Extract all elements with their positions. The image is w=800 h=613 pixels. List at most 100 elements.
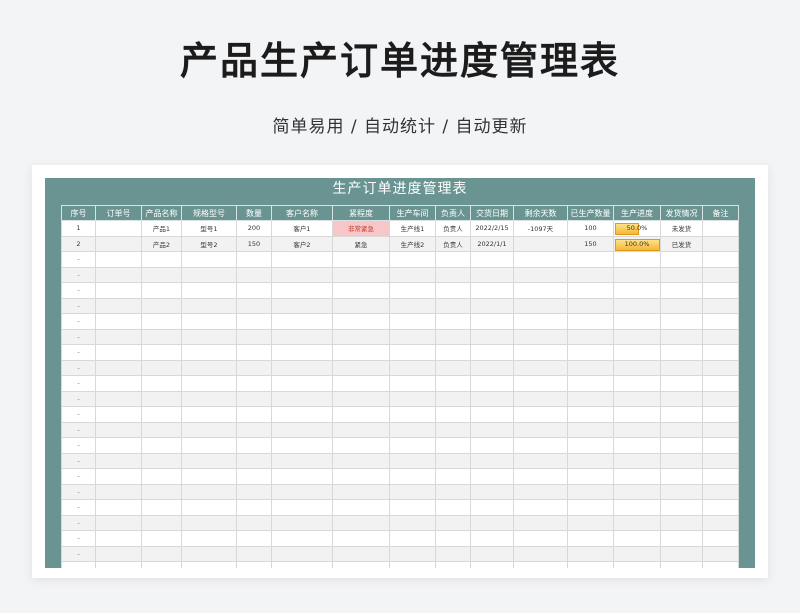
empty-cell[interactable] xyxy=(435,514,471,531)
empty-cell[interactable] xyxy=(236,297,272,314)
empty-cell[interactable] xyxy=(513,561,568,568)
empty-cell[interactable] xyxy=(513,437,568,454)
empty-cell[interactable] xyxy=(389,452,436,469)
empty-cell[interactable] xyxy=(332,545,390,562)
empty-cell[interactable] xyxy=(567,266,614,283)
empty-cell[interactable] xyxy=(567,483,614,500)
empty-cell[interactable] xyxy=(389,421,436,438)
empty-cell[interactable] xyxy=(181,421,237,438)
empty-cell[interactable] xyxy=(470,514,514,531)
cell-spec[interactable]: 型号1 xyxy=(181,220,237,237)
cell-owner[interactable]: 负责人 xyxy=(435,220,471,237)
empty-cell[interactable] xyxy=(660,359,703,376)
empty-cell[interactable] xyxy=(141,437,182,454)
empty-cell[interactable] xyxy=(389,359,436,376)
empty-cell[interactable] xyxy=(141,406,182,423)
empty-cell[interactable] xyxy=(660,251,703,268)
empty-cell[interactable] xyxy=(181,545,237,562)
empty-cell[interactable] xyxy=(181,344,237,361)
cell-qty[interactable]: 150 xyxy=(236,235,272,252)
empty-cell[interactable] xyxy=(470,282,514,299)
empty-cell[interactable] xyxy=(435,421,471,438)
empty-cell[interactable] xyxy=(435,313,471,330)
empty-cell[interactable] xyxy=(271,375,333,392)
empty-cell[interactable] xyxy=(613,468,661,485)
empty-cell[interactable] xyxy=(702,421,739,438)
empty-cell[interactable] xyxy=(702,545,739,562)
cell-progress[interactable]: 100.0% xyxy=(613,235,661,252)
empty-cell[interactable] xyxy=(470,421,514,438)
cell-workshop[interactable]: 生产线1 xyxy=(389,220,436,237)
column-header[interactable]: 交货日期 xyxy=(470,205,514,221)
empty-cell[interactable] xyxy=(271,468,333,485)
cell-urgency[interactable]: 非常紧急 xyxy=(332,220,390,237)
empty-cell[interactable] xyxy=(332,344,390,361)
empty-cell[interactable] xyxy=(332,452,390,469)
empty-cell[interactable] xyxy=(271,266,333,283)
empty-cell[interactable] xyxy=(389,251,436,268)
empty-cell[interactable] xyxy=(95,313,142,330)
empty-cell[interactable] xyxy=(435,545,471,562)
empty-cell[interactable] xyxy=(613,251,661,268)
empty-cell[interactable] xyxy=(660,468,703,485)
empty-cell[interactable] xyxy=(271,251,333,268)
empty-cell[interactable] xyxy=(389,297,436,314)
empty-cell[interactable] xyxy=(435,344,471,361)
empty-cell[interactable] xyxy=(613,561,661,568)
empty-cell[interactable] xyxy=(470,406,514,423)
empty-cell[interactable] xyxy=(470,328,514,345)
empty-cell[interactable] xyxy=(332,297,390,314)
empty-cell[interactable] xyxy=(95,390,142,407)
cell-urgency[interactable]: 紧急 xyxy=(332,235,390,252)
empty-cell[interactable] xyxy=(389,437,436,454)
empty-cell[interactable] xyxy=(332,561,390,568)
empty-cell[interactable] xyxy=(271,530,333,547)
empty-cell[interactable] xyxy=(141,561,182,568)
empty-cell[interactable] xyxy=(271,359,333,376)
column-header[interactable]: 客户名称 xyxy=(271,205,333,221)
empty-cell[interactable] xyxy=(181,499,237,516)
empty-cell[interactable] xyxy=(660,344,703,361)
empty-cell[interactable] xyxy=(141,251,182,268)
empty-cell[interactable] xyxy=(236,251,272,268)
column-header[interactable]: 生产进度 xyxy=(613,205,661,221)
empty-cell[interactable] xyxy=(181,359,237,376)
empty-cell[interactable] xyxy=(702,297,739,314)
cell-workshop[interactable]: 生产线2 xyxy=(389,235,436,252)
empty-cell[interactable] xyxy=(513,251,568,268)
cell-remain[interactable]: -1097天 xyxy=(513,220,568,237)
cell-produced[interactable]: 150 xyxy=(567,235,614,252)
column-header[interactable]: 备注 xyxy=(702,205,739,221)
empty-cell[interactable] xyxy=(470,375,514,392)
empty-cell[interactable] xyxy=(470,561,514,568)
empty-cell[interactable] xyxy=(389,530,436,547)
empty-cell[interactable] xyxy=(470,344,514,361)
empty-cell[interactable] xyxy=(141,297,182,314)
empty-cell[interactable] xyxy=(236,344,272,361)
empty-cell[interactable]: - xyxy=(61,375,96,392)
empty-cell[interactable] xyxy=(181,251,237,268)
empty-cell[interactable] xyxy=(141,545,182,562)
empty-cell[interactable] xyxy=(567,545,614,562)
column-header[interactable]: 紧程度 xyxy=(332,205,390,221)
empty-cell[interactable] xyxy=(470,530,514,547)
empty-cell[interactable] xyxy=(660,421,703,438)
empty-cell[interactable] xyxy=(567,251,614,268)
empty-cell[interactable] xyxy=(141,530,182,547)
empty-cell[interactable] xyxy=(435,561,471,568)
empty-cell[interactable] xyxy=(513,530,568,547)
empty-cell[interactable] xyxy=(435,297,471,314)
column-header[interactable]: 生产车间 xyxy=(389,205,436,221)
empty-cell[interactable]: - xyxy=(61,282,96,299)
empty-cell[interactable] xyxy=(435,251,471,268)
empty-cell[interactable] xyxy=(271,514,333,531)
empty-cell[interactable] xyxy=(236,468,272,485)
empty-cell[interactable] xyxy=(332,266,390,283)
empty-cell[interactable] xyxy=(389,266,436,283)
empty-cell[interactable] xyxy=(271,499,333,516)
empty-cell[interactable] xyxy=(181,297,237,314)
empty-cell[interactable] xyxy=(236,530,272,547)
empty-cell[interactable] xyxy=(236,328,272,345)
empty-cell[interactable] xyxy=(271,406,333,423)
empty-cell[interactable] xyxy=(95,328,142,345)
